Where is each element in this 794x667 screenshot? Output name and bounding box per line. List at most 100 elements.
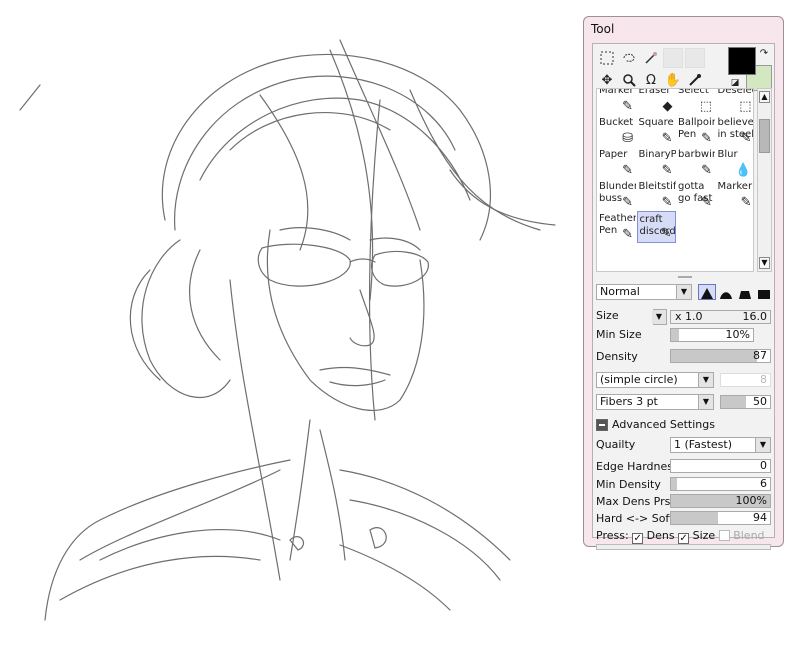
tool-select[interactable]: Select ⬚ [676, 89, 715, 115]
scroll-up-icon[interactable]: ▲ [759, 91, 770, 103]
slider-fill [671, 329, 680, 341]
select-icon: ⬚ [699, 99, 712, 114]
tool-deselect[interactable]: Deselect ⬚ [716, 88, 754, 115]
zoom-icon[interactable] [619, 70, 639, 90]
min-density-value: 6 [760, 477, 767, 490]
panel-splitter[interactable] [678, 276, 692, 278]
density-slider[interactable]: 87 [670, 349, 771, 363]
rotate-icon[interactable]: Ω [641, 70, 661, 90]
tool-label: Paper [599, 149, 628, 160]
swap-colors-icon[interactable]: ↷ [757, 46, 771, 60]
tool-believe-in-steel[interactable]: believe in steel ✎ [716, 115, 754, 147]
advanced-settings-label[interactable]: Advanced Settings [612, 418, 715, 431]
tool-feather-pen[interactable]: Feather Pen ✎ [597, 211, 636, 243]
tool-blur[interactable]: Blur 💧 [716, 147, 754, 179]
slider-fill [671, 350, 758, 362]
tool-bucket[interactable]: Bucket ⛁ [597, 115, 636, 147]
texture-strength-slider[interactable]: 50 [720, 395, 771, 409]
tool-label: Blur [717, 149, 738, 160]
chevron-down-icon: ▼ [698, 395, 713, 409]
eyedropper-icon[interactable] [685, 70, 705, 90]
blend-checkbox[interactable] [718, 530, 730, 541]
texture-strength-value: 50 [753, 395, 767, 408]
tool-craft-discord[interactable]: craft discord ✎ [636, 211, 676, 243]
tool-paper[interactable]: Paper ✎ [597, 147, 636, 179]
pen-icon: ✎ [740, 195, 752, 210]
deselect-icon: ⬚ [739, 99, 752, 114]
max-dens-prs-slider[interactable]: 100% [670, 494, 771, 508]
size-field[interactable]: x 1.0 16.0 [670, 310, 771, 324]
texture-select[interactable]: Fibers 3 pt ▼ [596, 394, 714, 410]
tool-marker[interactable]: Marker ✎ [597, 88, 636, 115]
hard-soft-slider[interactable]: 94 [670, 511, 771, 525]
tool-label: Eraser [638, 88, 671, 96]
hard-soft-label: Hard <-> Soft [596, 512, 674, 525]
tool-label: Marker [717, 181, 753, 192]
tool-label: Deselect [717, 88, 754, 96]
size-multiplier: x 1.0 [675, 310, 703, 323]
rect-select-icon[interactable] [597, 48, 617, 68]
edge-hardness-slider[interactable]: 0 [670, 459, 771, 473]
eraser-icon: ◆ [662, 99, 673, 114]
empty-tool-slot [685, 48, 705, 68]
brush-shape-select[interactable]: (simple circle) ▼ [596, 372, 714, 388]
tool-label: BinaryPe [638, 149, 676, 160]
min-density-slider[interactable]: 6 [670, 477, 771, 491]
size-checkbox[interactable]: ✓ [678, 533, 690, 544]
pen-icon: ✎ [661, 163, 673, 178]
tool-label: barbwire [678, 149, 715, 160]
pen-icon: ✎ [622, 195, 633, 210]
tool-grid-scrollbar[interactable]: ▲ ▼ [757, 88, 772, 272]
magic-wand-icon[interactable] [641, 48, 661, 68]
pen-icon: ✎ [661, 131, 673, 146]
chevron-down-icon: ▼ [755, 438, 770, 452]
tool-ballpoint-pen[interactable]: Ballpoint Pen✎ [676, 115, 715, 147]
brush-shape-flat[interactable] [736, 284, 754, 300]
min-size-slider[interactable]: 10% [670, 328, 754, 342]
density-label: Density [596, 350, 638, 363]
pen-icon: ✎ [701, 131, 712, 146]
pen-icon: ✎ [622, 163, 633, 178]
brush-shape-square[interactable] [755, 284, 773, 300]
collapse-icon[interactable] [596, 419, 608, 431]
hand-icon[interactable]: ✋ [663, 70, 683, 90]
custom-tool-grid: Marker ✎ Eraser ◆ Select ⬚ Deselect ⬚ Bucket ⛁ Squ… [596, 88, 754, 272]
tool-gotta-go-fast[interactable]: gotta go fast ✎ [676, 179, 715, 211]
quality-select[interactable]: 1 (Fastest) ▼ [670, 437, 771, 453]
tool-binarype[interactable]: BinaryPe ✎ [637, 147, 676, 179]
drawing-canvas[interactable] [0, 0, 580, 667]
tool-label: Marker [599, 88, 634, 96]
edge-hardness-label: Edge Hardness [596, 460, 679, 473]
brush-shape-amount: 8 [720, 373, 771, 387]
dens-label: Dens [646, 529, 675, 542]
blend-mode-value: Normal [600, 285, 640, 298]
quality-value: 1 (Fastest) [674, 438, 732, 451]
slider-fill [671, 478, 677, 490]
size-dropdown[interactable]: ▼ [652, 309, 667, 325]
dens-checkbox[interactable]: ✓ [632, 533, 644, 544]
slider-fill [721, 396, 746, 408]
panel-horizontal-scrollbar[interactable] [596, 544, 771, 550]
tool-barbwire[interactable]: barbwire ✎ [676, 147, 715, 179]
tool-eraser[interactable]: Eraser ◆ [637, 88, 676, 115]
tool-label: Bucket [599, 117, 634, 128]
foreground-color-swatch[interactable] [728, 47, 756, 75]
tool-panel: Tool ✥ Ω ✋ ↷ ◪ Marker ✎ Eraser ◆ Select ⬚ Dese… [583, 16, 784, 550]
max-dens-prs-value: 100% [735, 494, 767, 507]
lasso-icon[interactable] [619, 48, 639, 68]
brush-shape-round[interactable] [717, 284, 735, 300]
brush-shape-sharp[interactable] [698, 284, 716, 300]
tool-bleitstift[interactable]: Bleitstift ✎ [637, 179, 676, 211]
blend-mode-select[interactable]: Normal ▼ [596, 284, 692, 300]
scroll-thumb[interactable] [759, 119, 770, 153]
press-row: Press: ✓ Dens ✓ Size Blend [596, 529, 765, 544]
chevron-down-icon: ▼ [698, 373, 713, 387]
press-size-label: Size [692, 529, 716, 542]
move-icon[interactable]: ✥ [597, 70, 617, 90]
tool-marker[interactable]: Marker ✎ [716, 179, 754, 211]
tool-blunder-buss[interactable]: Blunder buss ✎ [597, 179, 636, 211]
edge-hardness-value: 0 [760, 459, 767, 472]
tool-square[interactable]: Square ✎ [637, 115, 676, 147]
tool-label: Bleitstift [638, 181, 676, 192]
scroll-down-icon[interactable]: ▼ [759, 257, 770, 269]
